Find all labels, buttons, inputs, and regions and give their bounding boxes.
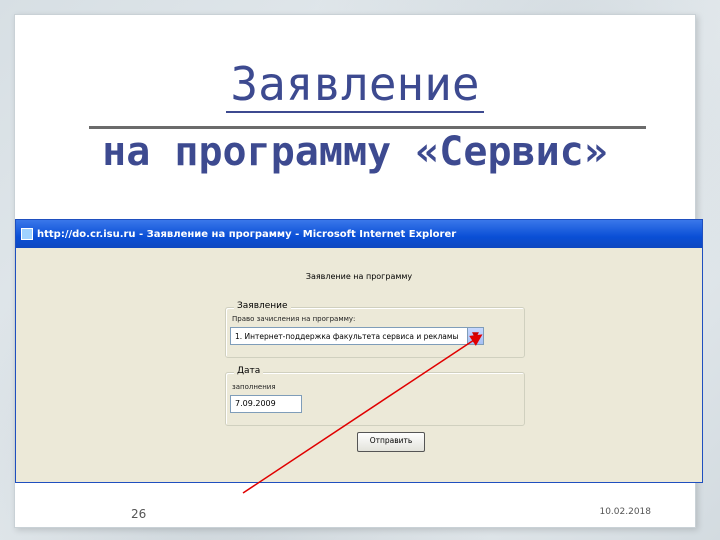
ie-icon <box>21 228 33 240</box>
browser-window: http://do.cr.isu.ru - Заявление на прогр… <box>15 219 703 483</box>
program-select-value: 1. Интернет-поддержка факультета сервиса… <box>235 331 459 341</box>
submit-button[interactable]: Отправить <box>357 432 425 452</box>
program-label: Право зачисления на программу: <box>232 315 356 323</box>
browser-content: Заявление на программу Заявление Право з… <box>16 248 702 482</box>
slide: Заявление на программу «Сервис» http://d… <box>14 14 703 528</box>
form-heading: Заявление на программу <box>305 272 413 281</box>
date-label: заполнения <box>232 383 276 391</box>
dropdown-arrow-icon[interactable]: ▼ <box>467 328 483 344</box>
slide-title-line2: на программу «Сервис» <box>102 129 608 175</box>
date-field[interactable]: 7.09.2009 <box>230 395 302 413</box>
program-select[interactable]: 1. Интернет-поддержка факультета сервиса… <box>230 327 484 345</box>
application-group: Заявление Право зачисления на программу:… <box>225 301 525 358</box>
application-form: Заявление Право зачисления на программу:… <box>223 301 527 452</box>
date-group: Дата заполнения 7.09.2009 <box>225 366 525 426</box>
page-number: 26 <box>131 507 147 521</box>
browser-window-title: http://do.cr.isu.ru - Заявление на прогр… <box>37 228 457 240</box>
slide-title-line1: Заявление <box>15 57 695 113</box>
browser-titlebar: http://do.cr.isu.ru - Заявление на прогр… <box>16 220 702 248</box>
date-group-legend: Дата <box>234 366 264 376</box>
slide-date: 10.02.2018 <box>599 507 651 517</box>
application-group-legend: Заявление <box>234 301 291 311</box>
